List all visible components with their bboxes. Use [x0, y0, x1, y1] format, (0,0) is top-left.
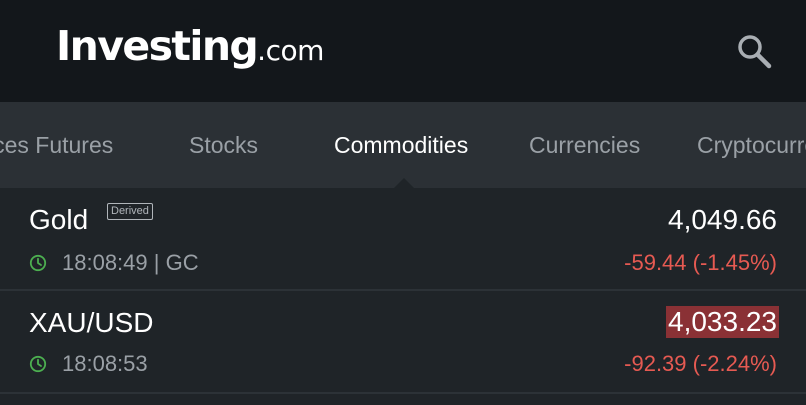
price-change: -59.44 (-1.45%): [624, 250, 777, 275]
instrument-name: Gold: [29, 204, 89, 235]
app-header: Investing.com: [0, 0, 806, 102]
clock-icon: [29, 254, 47, 272]
category-tabs: Indices Futures Stocks Commodities Curre…: [0, 102, 806, 188]
tab-currencies[interactable]: Currencies: [529, 102, 640, 188]
quote-row-xauusd[interactable]: XAU/USD 18:08:53 4,033.23 -92.39 (-2.24%…: [0, 291, 806, 391]
investing-logo[interactable]: Investing.com: [56, 26, 324, 67]
logo-main-text: Investing: [56, 22, 259, 70]
tab-stocks[interactable]: Stocks: [189, 102, 258, 188]
tab-cryptocurrency[interactable]: Cryptocurrency: [697, 102, 806, 188]
quote-row-gold[interactable]: Gold Derived 18:08:49 | GC 4,049.66 -59.…: [0, 188, 806, 288]
tab-indices-futures[interactable]: Indices Futures: [0, 102, 113, 188]
app-screen: Investing.com Indices Futures Stocks Com…: [0, 0, 806, 405]
search-button[interactable]: [735, 32, 775, 72]
last-price: 4,033.23: [666, 306, 779, 338]
quote-time: 18:08:49 | GC: [62, 250, 199, 275]
search-icon: [738, 35, 772, 69]
tab-commodities[interactable]: Commodities: [334, 102, 468, 188]
clock-icon: [29, 355, 47, 373]
last-price: 4,049.66: [668, 204, 777, 235]
quote-time: 18:08:53: [62, 351, 148, 376]
instrument-name: XAU/USD: [29, 307, 154, 338]
logo-suffix-text: .com: [257, 34, 324, 67]
row-divider: [0, 392, 806, 394]
active-tab-indicator: [394, 178, 414, 188]
price-change: -92.39 (-2.24%): [624, 351, 777, 376]
derived-badge: Derived: [107, 203, 153, 220]
